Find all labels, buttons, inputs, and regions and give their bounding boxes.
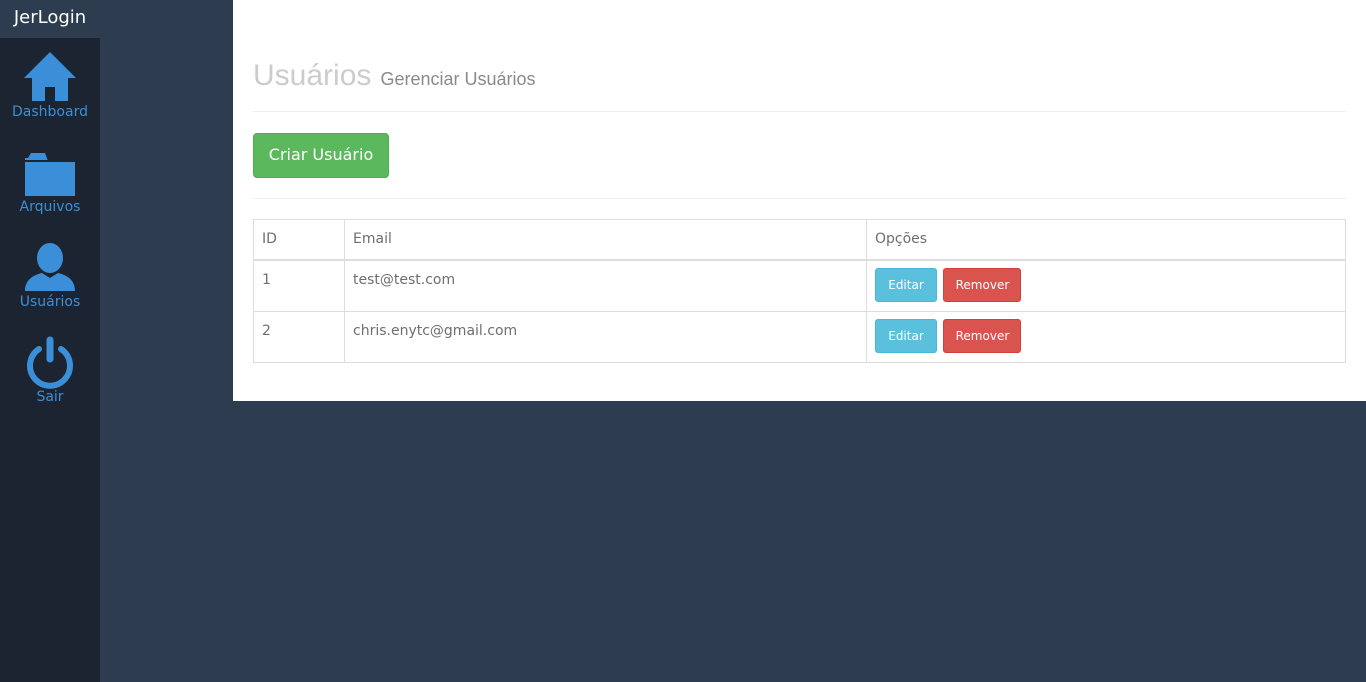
- app-brand[interactable]: JerLogin: [0, 0, 100, 38]
- page-header: Usuários Gerenciar Usuários: [253, 58, 1346, 112]
- user-id-cell: 1: [253, 259, 345, 312]
- user-email-cell: test@test.com: [344, 259, 867, 312]
- users-table: ID Email Opções 1 test@test.com Editar R…: [253, 219, 1346, 363]
- sidebar: JerLogin Dashboard Arquivos Usuários Sai…: [0, 0, 100, 682]
- user-email-cell: chris.enytc@gmail.com: [344, 310, 867, 363]
- user-options-cell: Editar Remover: [866, 259, 1346, 312]
- edit-user-button[interactable]: Editar: [875, 268, 937, 302]
- user-id-cell: 2: [253, 310, 345, 363]
- remove-user-button[interactable]: Remover: [943, 318, 1022, 353]
- column-header-options: Opções: [866, 219, 1346, 261]
- sidebar-item-label: Arquivos: [19, 199, 81, 215]
- power-icon: [0, 335, 100, 391]
- table-row: 1 test@test.com Editar Remover: [253, 259, 1346, 312]
- table-row: 2 chris.enytc@gmail.com Editar Remover: [253, 310, 1346, 363]
- user-icon: [0, 240, 100, 296]
- page-title: Usuários: [253, 59, 372, 92]
- sidebar-item-label: Usuários: [19, 294, 81, 310]
- main-panel: Usuários Gerenciar Usuários Criar Usuári…: [233, 0, 1366, 401]
- sidebar-item-label: Dashboard: [12, 104, 88, 120]
- sidebar-item-sair[interactable]: Sair: [0, 335, 100, 405]
- sidebar-item-label: Sair: [36, 389, 64, 405]
- table-header-row: ID Email Opções: [253, 219, 1346, 261]
- page-subtitle: Gerenciar Usuários: [380, 69, 536, 89]
- sidebar-item-dashboard[interactable]: Dashboard: [0, 50, 100, 120]
- folder-icon: [0, 145, 100, 201]
- sidebar-item-usuarios[interactable]: Usuários: [0, 240, 100, 310]
- create-user-button[interactable]: Criar Usuário: [253, 133, 389, 178]
- home-icon: [0, 50, 100, 106]
- column-header-email: Email: [344, 219, 867, 261]
- sidebar-item-arquivos[interactable]: Arquivos: [0, 145, 100, 215]
- actions-row: Criar Usuário: [253, 112, 1346, 199]
- remove-user-button[interactable]: Remover: [943, 268, 1022, 302]
- edit-user-button[interactable]: Editar: [875, 318, 937, 353]
- user-options-cell: Editar Remover: [866, 310, 1346, 363]
- column-header-id: ID: [253, 219, 345, 261]
